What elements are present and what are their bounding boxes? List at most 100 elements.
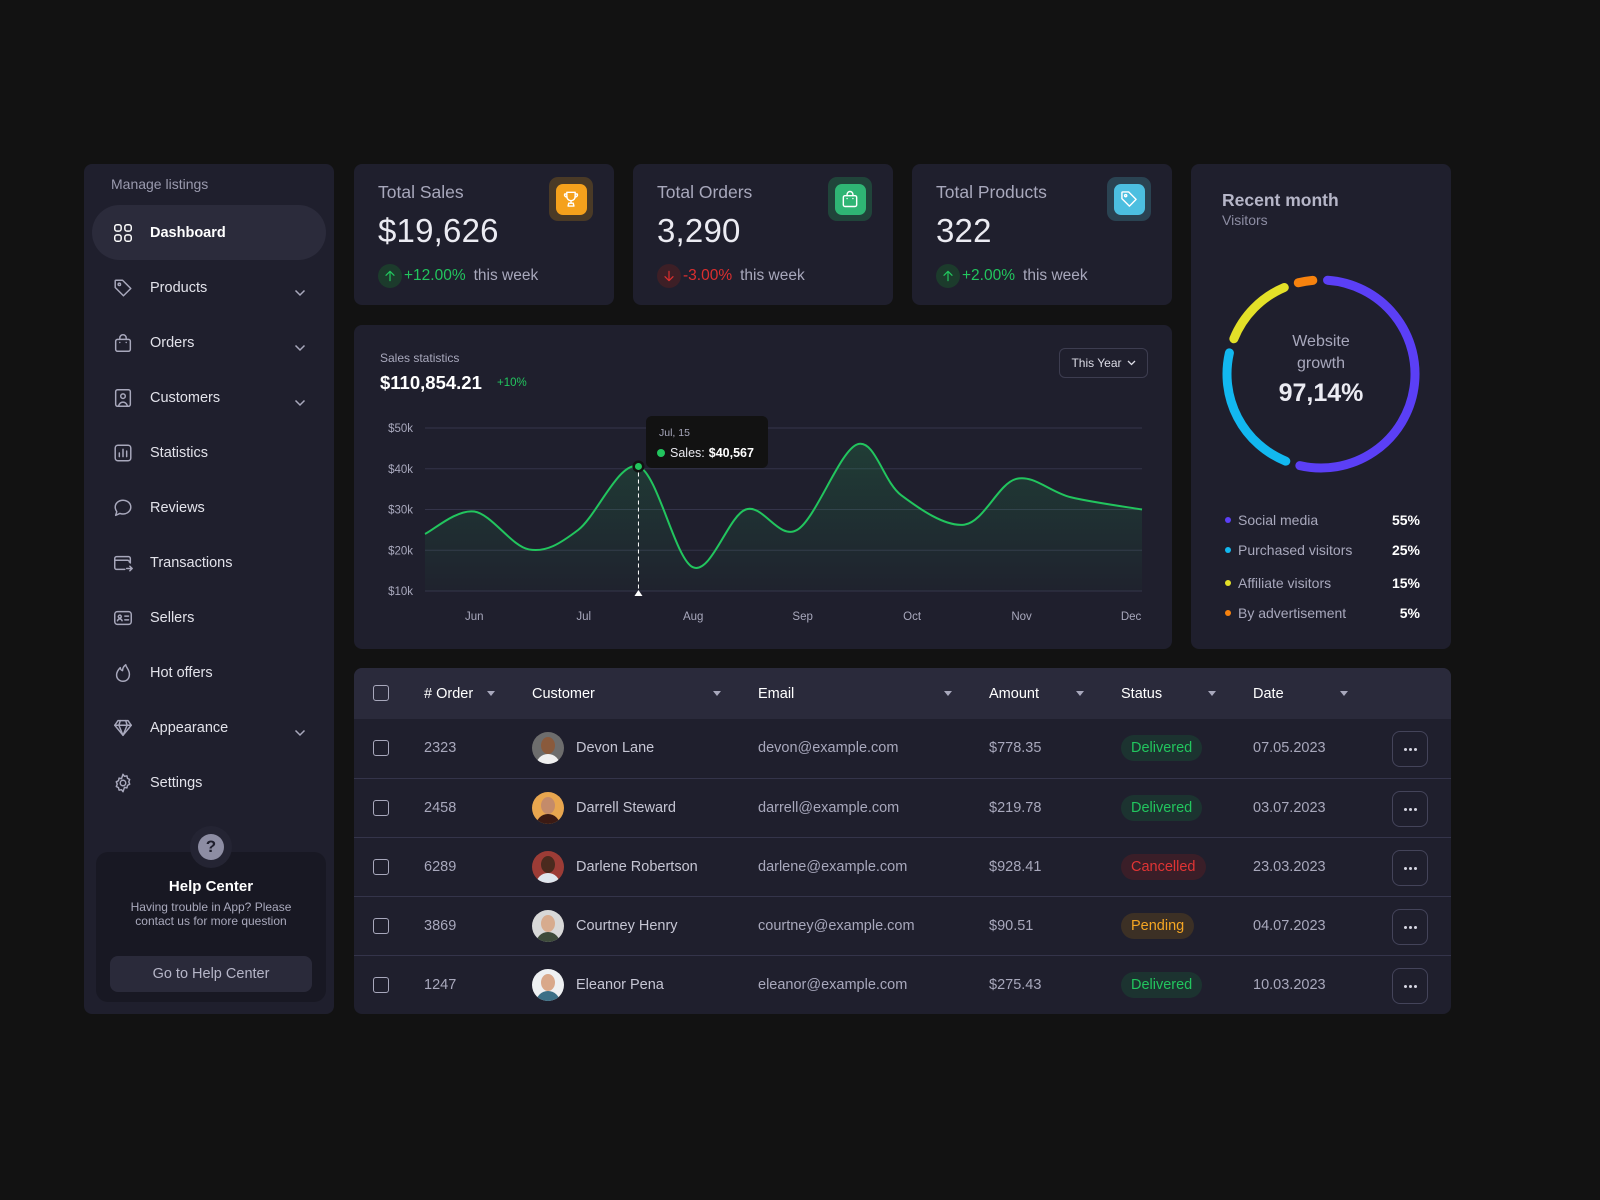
period-select[interactable]: This Year (1059, 348, 1148, 378)
more-options-button[interactable] (1392, 909, 1428, 945)
legend-label: Affiliate visitors (1238, 575, 1332, 591)
table-row[interactable]: 6289 Darlene Robertson darlene@example.c… (354, 837, 1451, 896)
kpi-change-percent: -3.00% (683, 267, 733, 284)
y-tick-label: $40k (388, 464, 413, 476)
chevron-down-icon[interactable] (294, 394, 306, 406)
table-row[interactable]: 2323 Devon Lane devon@example.com $778.3… (354, 719, 1451, 778)
avatar (532, 969, 564, 1001)
sort-caret-icon[interactable] (1340, 691, 1348, 696)
row-checkbox[interactable] (373, 859, 389, 875)
sidebar-nav: Dashboard Products Orders Customers Stat… (92, 205, 326, 810)
tooltip-label: Sales: (670, 446, 705, 460)
column-header-status[interactable]: Status (1121, 668, 1162, 719)
more-options-button[interactable] (1392, 968, 1428, 1004)
order-date: 04.07.2023 (1253, 918, 1326, 934)
more-options-button[interactable] (1392, 850, 1428, 886)
chevron-down-icon[interactable] (294, 724, 306, 736)
customer-name: Darlene Robertson (576, 859, 698, 875)
dot (1403, 807, 1407, 811)
sales-total: $110,854.21 (380, 372, 482, 393)
sidebar-item-statistics[interactable]: Statistics (92, 425, 326, 480)
dot (1408, 747, 1412, 751)
visitors-subtitle: Visitors (1222, 212, 1268, 228)
sidebar-item-transactions[interactable]: Transactions (92, 535, 326, 590)
chevron-down-icon (1127, 360, 1135, 366)
column-header-date[interactable]: Date (1253, 668, 1284, 719)
table-row[interactable]: 1247 Eleanor Pena eleanor@example.com $2… (354, 955, 1451, 1014)
column-header-email[interactable]: Email (758, 668, 794, 719)
sidebar-item-label: Appearance (150, 719, 229, 736)
sidebar-item-reviews[interactable]: Reviews (92, 480, 326, 535)
sort-caret-icon[interactable] (1208, 691, 1216, 696)
row-checkbox[interactable] (373, 740, 389, 756)
sidebar-item-dashboard[interactable]: Dashboard (92, 205, 326, 260)
customer-name: Courtney Henry (576, 918, 678, 934)
sort-caret-icon[interactable] (944, 691, 952, 696)
column-header-amount[interactable]: Amount (989, 668, 1039, 719)
sidebar-item-hot-offers[interactable]: Hot offers (92, 645, 326, 700)
kpi-value: 3,290 (657, 212, 741, 249)
column-header-order[interactable]: # Order (424, 668, 473, 719)
more-options-button[interactable] (1392, 731, 1428, 767)
order-amount: $275.43 (989, 977, 1042, 993)
donut-center: Website growth 97,14% (1216, 269, 1426, 479)
x-tick-label: Nov (1011, 611, 1032, 623)
customer-cell: Devon Lane (532, 719, 654, 777)
dot (1403, 747, 1407, 751)
status-badge: Pending (1121, 913, 1195, 939)
grid-icon (112, 222, 134, 244)
chevron-down-icon[interactable] (294, 339, 306, 351)
sidebar-item-sellers[interactable]: Sellers (92, 590, 326, 645)
kpi-change-period: this week (473, 267, 539, 284)
kpi-title: Total Products (936, 182, 1047, 202)
go-to-help-center-button[interactable]: Go to Help Center (110, 956, 312, 992)
row-checkbox[interactable] (373, 918, 389, 934)
x-tick-label: Sep (792, 611, 812, 623)
kpi-card-total-products: Total Products 322 +2.00% this week (912, 164, 1172, 305)
arrow-up-icon (936, 264, 960, 288)
row-checkbox[interactable] (373, 800, 389, 816)
dot (1413, 925, 1417, 929)
kpi-change: +2.00% this week (936, 264, 1088, 288)
kpi-card-total-orders: Total Orders 3,290 -3.00% this week (633, 164, 893, 305)
dot (1413, 866, 1417, 870)
order-number: 6289 (424, 859, 457, 875)
avatar (532, 851, 564, 883)
orders-table: # Order Customer Email Amount Status Dat… (354, 668, 1451, 1014)
status-badge: Cancelled (1121, 854, 1206, 880)
kpi-icon-badge (828, 177, 872, 221)
more-options-button[interactable] (1392, 791, 1428, 827)
help-icon-wrapper: ? (190, 826, 232, 868)
kpi-value: 322 (936, 212, 992, 249)
customer-cell: Darlene Robertson (532, 838, 698, 896)
sidebar-item-products[interactable]: Products (92, 260, 326, 315)
x-tick-label: Aug (683, 611, 703, 623)
legend-value: 55% (1391, 512, 1420, 528)
sidebar-item-settings[interactable]: Settings (92, 755, 326, 810)
sort-caret-icon[interactable] (1076, 691, 1084, 696)
arrow-up-icon (378, 264, 402, 288)
sidebar-item-label: Statistics (150, 444, 209, 461)
customer-email: courtney@example.com (758, 918, 915, 934)
column-header-customer[interactable]: Customer (532, 668, 595, 719)
table-row[interactable]: 2458 Darrell Steward darrell@example.com… (354, 778, 1451, 837)
chart-tooltip: Jul, 15 Sales: $40,567 (646, 416, 768, 468)
chevron-down-icon[interactable] (294, 284, 306, 296)
sidebar-item-customers[interactable]: Customers (92, 370, 326, 425)
kpi-change-percent: +2.00% (962, 267, 1016, 284)
sidebar-item-appearance[interactable]: Appearance (92, 700, 326, 755)
user-portrait-icon (112, 387, 134, 409)
sales-area-fill (425, 443, 1142, 591)
sidebar-item-orders[interactable]: Orders (92, 315, 326, 370)
sort-caret-icon[interactable] (713, 691, 721, 696)
table-row[interactable]: 3869 Courtney Henry courtney@example.com… (354, 896, 1451, 955)
visitors-title: Recent month (1222, 190, 1339, 210)
sales-statistics-title: Sales statistics (380, 351, 460, 365)
select-all-checkbox[interactable] (373, 685, 389, 701)
sort-caret-icon[interactable] (487, 691, 495, 696)
sidebar-item-label: Sellers (150, 609, 195, 626)
legend-label: Social media (1238, 512, 1319, 528)
row-checkbox[interactable] (373, 977, 389, 993)
legend-dot (1225, 547, 1231, 553)
status-cell: Delivered (1121, 956, 1203, 1014)
